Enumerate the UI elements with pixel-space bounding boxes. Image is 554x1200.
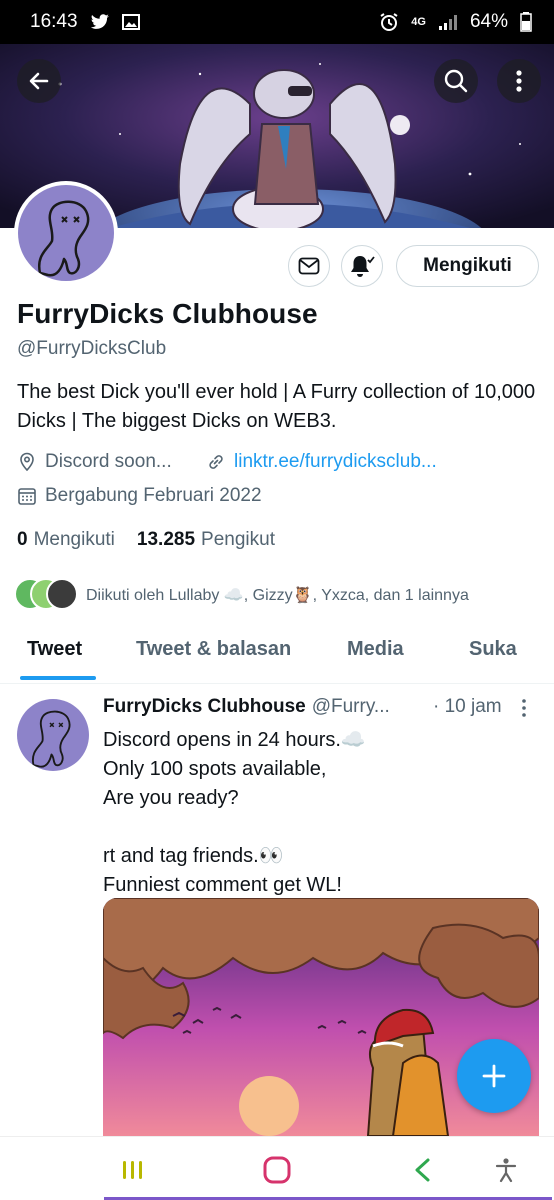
chevron-left-icon — [415, 1158, 430, 1182]
follow-stats: 0 Mengikuti 13.285 Pengikut — [17, 529, 275, 551]
profile-handle: @FurryDicksClub — [17, 338, 167, 359]
profile-tabs: Tweet Tweet & balasan Media Suka — [0, 622, 554, 684]
tweet-text: Discord opens in 24 hours.☁️ Only 100 sp… — [103, 729, 366, 896]
tweet-header: FurryDicks Clubhouse @Furry... · 10 jam — [103, 696, 543, 718]
avatar-illustration — [31, 710, 71, 768]
signal-icon — [438, 13, 458, 31]
more-options-button[interactable] — [497, 59, 541, 103]
following-label: Mengikuti — [33, 529, 115, 550]
following-button[interactable]: Mengikuti — [396, 245, 539, 287]
tweet-author-avatar[interactable] — [17, 699, 89, 771]
more-vertical-icon — [516, 70, 522, 92]
profile-bio: The best Dick you'll ever hold | A Furry… — [17, 381, 536, 432]
follower-avatar — [46, 578, 78, 610]
battery-icon — [520, 12, 532, 32]
plus-icon — [482, 1064, 506, 1088]
home-icon — [263, 1156, 291, 1184]
home-button[interactable] — [262, 1155, 292, 1185]
message-button[interactable] — [288, 245, 330, 287]
battery-percent: 64% — [469, 11, 508, 32]
tab-media[interactable]: Media — [347, 638, 404, 661]
notifications-button[interactable] — [341, 245, 383, 287]
location-text: Discord soon... — [45, 451, 172, 472]
status-time: 16:43 — [30, 11, 78, 32]
accessibility-button[interactable] — [491, 1155, 521, 1185]
tweet-more-button[interactable] — [521, 698, 527, 724]
compose-tweet-button[interactable] — [457, 1039, 531, 1113]
avatar-illustration — [37, 200, 90, 277]
mail-icon — [298, 257, 320, 275]
system-back-button[interactable] — [408, 1155, 438, 1185]
followers-label: Pengikut — [201, 529, 275, 550]
back-button[interactable] — [17, 59, 61, 103]
status-bar: 16:43 4G 64% — [0, 0, 554, 44]
notification-bell-icon — [351, 256, 375, 277]
tweet-timestamp[interactable]: · 10 jam — [433, 696, 502, 718]
twitter-notification-icon — [90, 14, 110, 30]
profile-joined: Bergabung Februari 2022 — [17, 485, 262, 507]
tweet-author-handle[interactable]: @Furry... — [312, 696, 390, 718]
recent-apps-icon — [123, 1161, 142, 1179]
profile-name: FurryDicks Clubhouse — [17, 298, 318, 329]
website-link[interactable]: linktr.ee/furrydicksclub... — [234, 451, 437, 473]
tab-tweets-replies[interactable]: Tweet & balasan — [136, 638, 291, 661]
more-vertical-icon — [522, 699, 526, 717]
followed-by-text: Diikuti oleh Lullaby ☁️, Gizzy🦉, Yxzca, … — [86, 587, 469, 604]
followers-stat[interactable]: 13.285 Pengikut — [137, 529, 275, 551]
profile-website[interactable]: linktr.ee/furrydicksclub... — [206, 451, 437, 473]
accessibility-icon — [495, 1158, 517, 1183]
back-arrow-icon — [29, 72, 49, 90]
calendar-icon — [17, 486, 37, 506]
network-type: 4G — [411, 16, 426, 28]
location-pin-icon — [17, 452, 37, 472]
tab-tweets[interactable]: Tweet — [27, 638, 82, 661]
profile-location: Discord soon... — [17, 451, 172, 473]
follower-avatars — [14, 578, 78, 612]
active-tab-indicator — [20, 676, 96, 680]
following-stat[interactable]: 0 Mengikuti — [17, 529, 115, 551]
search-button[interactable] — [434, 59, 478, 103]
tab-likes[interactable]: Suka — [469, 638, 517, 661]
profile-avatar[interactable] — [14, 181, 118, 285]
avatar — [18, 185, 114, 281]
followers-count: 13.285 — [136, 529, 196, 550]
gallery-notification-icon — [121, 14, 140, 30]
alarm-icon — [379, 12, 399, 32]
following-count: 0 — [17, 529, 28, 550]
search-icon — [444, 69, 468, 93]
tweet-author-name[interactable]: FurryDicks Clubhouse — [103, 696, 306, 718]
link-icon — [206, 452, 226, 472]
recent-apps-button[interactable] — [118, 1155, 148, 1185]
system-navigation-bar — [0, 1136, 554, 1200]
followed-by-row[interactable]: Diikuti oleh Lullaby ☁️, Gizzy🦉, Yxzca, … — [14, 578, 469, 612]
joined-text: Bergabung Februari 2022 — [45, 485, 262, 506]
